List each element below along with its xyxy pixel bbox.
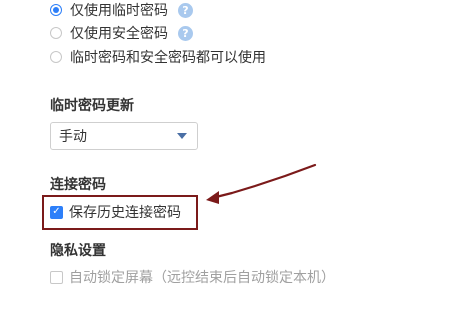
section-title-privacy: 隐私设置 [50,243,106,259]
auto-lock-label: 自动锁定屏幕（远控结束后自动锁定本机） [69,270,335,286]
auto-lock-checkbox[interactable] [50,270,63,284]
auto-lock-option[interactable]: 自动锁定屏幕（远控结束后自动锁定本机） [50,267,335,287]
